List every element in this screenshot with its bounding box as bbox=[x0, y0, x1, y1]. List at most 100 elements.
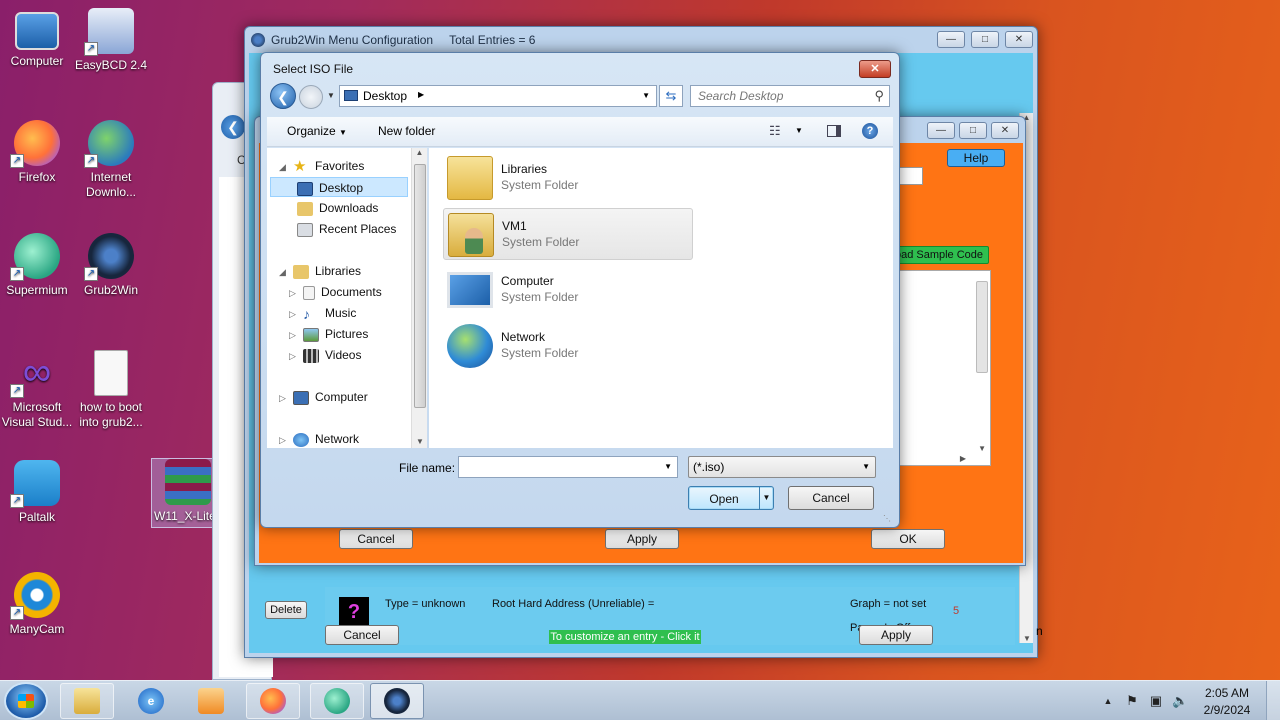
desktop-icon-easybcd[interactable]: ↗ EasyBCD 2.4 bbox=[74, 8, 148, 73]
desktop-icon-firefox[interactable]: ↗ Firefox bbox=[0, 120, 74, 185]
file-type-dropdown-icon[interactable]: ▼ bbox=[862, 462, 870, 471]
desktop-icon-label: ManyCam bbox=[9, 622, 65, 636]
taskbar-media-player[interactable] bbox=[184, 683, 238, 719]
nav-music[interactable]: ▷ ♪ Music bbox=[289, 303, 356, 323]
scroll-down-arrow-icon[interactable]: ▼ bbox=[1020, 634, 1034, 643]
dialog-close-button[interactable]: ✕ bbox=[859, 60, 891, 78]
open-button[interactable]: Open ▼ bbox=[688, 486, 774, 510]
taskbar-date[interactable]: 2/9/2024 bbox=[1196, 703, 1258, 717]
grub-cancel-button[interactable]: Cancel bbox=[325, 625, 399, 645]
taskbar-grub2win[interactable] bbox=[370, 683, 424, 719]
shortcut-arrow-icon: ↗ bbox=[10, 384, 24, 398]
collapse-arrow-icon[interactable]: ◢ bbox=[279, 262, 289, 282]
expand-arrow-icon[interactable]: ▷ bbox=[279, 430, 289, 450]
nav-scrollbar[interactable]: ▲ ▼ bbox=[411, 148, 427, 448]
nav-history-dropdown-icon[interactable]: ▼ bbox=[327, 91, 335, 100]
nav-recent-places[interactable]: Recent Places bbox=[297, 219, 396, 239]
preview-pane-icon[interactable] bbox=[827, 125, 841, 137]
file-item-network[interactable]: Network System Folder bbox=[443, 320, 693, 372]
search-icon[interactable]: ⚲ bbox=[874, 88, 884, 104]
address-bar[interactable]: Desktop ▶ ▼ bbox=[339, 85, 657, 107]
organize-menu[interactable]: Organize ▼ bbox=[287, 124, 347, 138]
expand-arrow-icon[interactable]: ▷ bbox=[289, 304, 299, 324]
show-desktop-button[interactable] bbox=[1266, 681, 1280, 720]
nav-videos[interactable]: ▷ Videos bbox=[289, 345, 361, 365]
file-item-vm1[interactable]: VM1 System Folder bbox=[443, 208, 693, 260]
editor-scroll-down-icon[interactable]: ▼ bbox=[978, 444, 986, 453]
expand-arrow-icon[interactable]: ▷ bbox=[279, 388, 289, 408]
taskbar-explorer[interactable] bbox=[60, 683, 114, 719]
nav-libraries[interactable]: ◢ Libraries bbox=[279, 261, 361, 281]
view-dropdown-icon[interactable]: ▼ bbox=[795, 126, 803, 135]
maximize-button[interactable]: □ bbox=[971, 31, 999, 48]
new-folder-button[interactable]: New folder bbox=[378, 124, 435, 138]
grub-apply-button[interactable]: Apply bbox=[859, 625, 933, 645]
taskbar-firefox[interactable] bbox=[246, 683, 300, 719]
nav-desktop[interactable]: Desktop bbox=[270, 177, 408, 197]
expand-arrow-icon[interactable]: ▷ bbox=[289, 325, 299, 345]
nav-scroll-down-icon[interactable]: ▼ bbox=[412, 437, 428, 446]
desktop-icon-grub2win[interactable]: ↗ Grub2Win bbox=[74, 233, 148, 298]
taskbar-time[interactable]: 2:05 AM bbox=[1196, 686, 1258, 700]
view-options-icon[interactable]: ☷ bbox=[769, 123, 781, 139]
open-split-dropdown-icon[interactable]: ▼ bbox=[759, 487, 773, 509]
help-button[interactable]: Help bbox=[947, 149, 1005, 167]
nav-back-button[interactable]: ❮ bbox=[270, 83, 296, 109]
desktop-icon-visual-studio[interactable]: ∞ ↗ Microsoft Visual Stud... bbox=[0, 350, 74, 430]
back-button[interactable]: ❮ bbox=[221, 115, 245, 139]
search-box[interactable]: Search Desktop ⚲ bbox=[690, 85, 890, 107]
minimize-button[interactable]: — bbox=[937, 31, 965, 48]
close-button[interactable]: ✕ bbox=[1005, 31, 1033, 48]
taskbar-supermium[interactable] bbox=[310, 683, 364, 719]
address-dropdown-icon[interactable]: ▼ bbox=[642, 91, 650, 100]
file-item-computer[interactable]: Computer System Folder bbox=[443, 264, 693, 316]
desktop-icon-idm[interactable]: ↗ Internet Downlo... bbox=[74, 120, 148, 200]
file-item-libraries[interactable]: Libraries System Folder bbox=[443, 152, 693, 204]
nav-documents[interactable]: ▷ Documents bbox=[289, 282, 382, 302]
navigation-pane: ◢ ★ Favorites Desktop Downloads Recent Pla… bbox=[267, 148, 427, 448]
action-center-flag-icon[interactable]: ⚑ bbox=[1124, 693, 1140, 709]
edit-cancel-button[interactable]: Cancel bbox=[339, 529, 413, 549]
resize-grip-icon[interactable]: ⋱ bbox=[883, 514, 891, 523]
nav-pictures[interactable]: ▷ Pictures bbox=[289, 324, 368, 344]
breadcrumb-arrow-icon[interactable]: ▶ bbox=[418, 90, 424, 99]
filename-dropdown-icon[interactable]: ▼ bbox=[664, 462, 672, 471]
editor-scroll-right-icon[interactable]: ▶ bbox=[960, 454, 966, 463]
start-button[interactable] bbox=[4, 682, 48, 720]
collapse-arrow-icon[interactable]: ◢ bbox=[279, 157, 289, 177]
dialog-cancel-button[interactable]: Cancel bbox=[788, 486, 874, 510]
delete-button[interactable]: Delete bbox=[265, 601, 307, 619]
load-sample-code-button[interactable]: oad Sample Code bbox=[889, 246, 989, 264]
edit-apply-button[interactable]: Apply bbox=[605, 529, 679, 549]
network-large-icon bbox=[447, 324, 493, 368]
file-type-select[interactable]: (*.iso) ▼ bbox=[688, 456, 876, 478]
desktop-icon-text-file[interactable]: how to boot into grub2... bbox=[74, 350, 148, 430]
help-icon[interactable]: ? bbox=[862, 123, 878, 139]
desktop-icon-paltalk[interactable]: ↗ Paltalk bbox=[0, 460, 74, 525]
nav-network[interactable]: ▷ Network bbox=[279, 429, 359, 449]
show-hidden-icons-icon[interactable]: ▲ bbox=[1100, 693, 1116, 709]
nav-forward-button[interactable] bbox=[299, 85, 323, 109]
refresh-button[interactable]: ⇆ bbox=[659, 85, 683, 107]
volume-muted-icon[interactable]: 🔈 bbox=[1172, 693, 1188, 709]
nav-scroll-thumb[interactable] bbox=[414, 164, 426, 408]
nav-favorites[interactable]: ◢ ★ Favorites bbox=[279, 156, 364, 176]
nav-scroll-up-icon[interactable]: ▲ bbox=[412, 148, 427, 157]
nav-computer[interactable]: ▷ Computer bbox=[279, 387, 368, 407]
editor-scrollbar[interactable] bbox=[976, 281, 988, 373]
expand-arrow-icon[interactable]: ▷ bbox=[289, 346, 299, 366]
edit-minimize-button[interactable]: — bbox=[927, 122, 955, 139]
expand-arrow-icon[interactable]: ▷ bbox=[289, 283, 299, 303]
nav-downloads[interactable]: Downloads bbox=[297, 198, 378, 218]
desktop-icon-supermium[interactable]: ↗ Supermium bbox=[0, 233, 74, 298]
filename-combo[interactable]: ▼ bbox=[458, 456, 678, 478]
organize-dropdown-icon: ▼ bbox=[339, 128, 347, 137]
network-tray-icon[interactable]: ▣ bbox=[1148, 693, 1164, 709]
desktop-icon-computer[interactable]: Computer bbox=[0, 8, 74, 69]
edit-maximize-button[interactable]: □ bbox=[959, 122, 987, 139]
desktop-icon-manycam[interactable]: ↗ ManyCam bbox=[0, 572, 74, 637]
edit-text-field[interactable] bbox=[899, 167, 923, 185]
edit-ok-button[interactable]: OK bbox=[871, 529, 945, 549]
taskbar-ie[interactable]: e bbox=[124, 683, 178, 719]
edit-close-button[interactable]: ✕ bbox=[991, 122, 1019, 139]
